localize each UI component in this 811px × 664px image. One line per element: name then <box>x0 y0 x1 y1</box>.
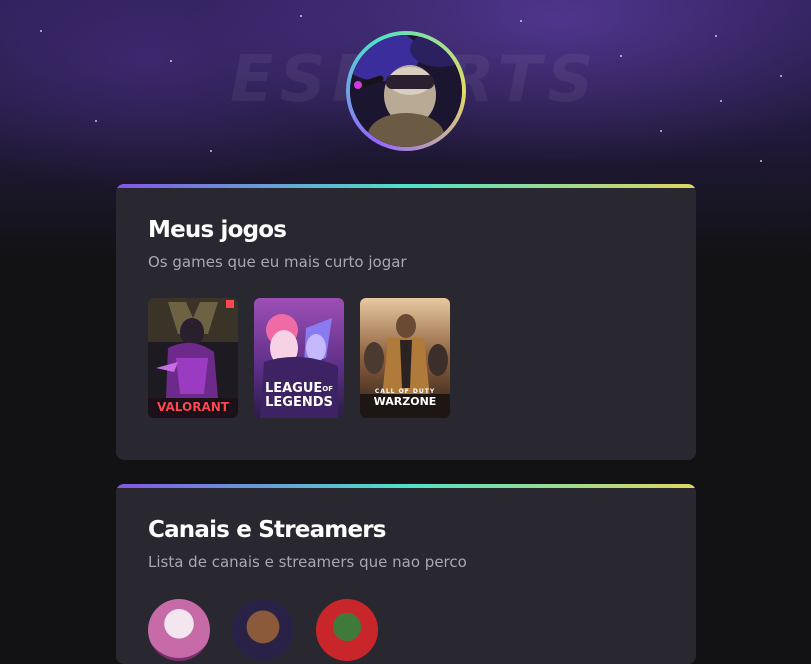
game-league-of: OF <box>322 385 334 393</box>
star <box>300 15 302 17</box>
star <box>210 150 212 152</box>
games-title: Meus jogos <box>148 217 287 243</box>
channels-title: Canais e Streamers <box>148 517 387 543</box>
channel-avatar[interactable] <box>316 599 378 661</box>
star <box>715 35 717 37</box>
game-league-line2: LEGENDS <box>265 395 333 410</box>
channels-subtitle: Lista de canais e streamers que nao perc… <box>148 553 467 571</box>
games-card: Meus jogos Os games que eu mais curto jo… <box>116 184 696 460</box>
star <box>170 60 172 62</box>
channels-card: Canais e Streamers Lista de canais e str… <box>116 484 696 664</box>
channels-list <box>148 599 664 661</box>
games-subtitle: Os games que eu mais curto jogar <box>148 253 407 271</box>
game-league-line1: LEAGUE <box>264 381 323 396</box>
star <box>760 160 762 162</box>
game-league-of-legends[interactable]: LEAGUEOF LEGENDS <box>254 298 344 418</box>
game-warzone-label: CALL OF DUTY WARZONE <box>360 388 450 408</box>
game-valorant-label: VALORANT <box>157 400 229 414</box>
star <box>620 55 622 57</box>
game-valorant[interactable]: VALORANT <box>148 298 238 418</box>
game-warzone[interactable]: CALL OF DUTY WARZONE <box>360 298 450 418</box>
games-list: VALORANT LEAGUEOF LEGENDS CALL OF DUTY W… <box>148 298 664 418</box>
channel-avatar[interactable] <box>232 599 294 661</box>
star <box>40 30 42 32</box>
star <box>660 130 662 132</box>
star <box>520 20 522 22</box>
game-warzone-big: WARZONE <box>373 395 437 408</box>
game-league-label: LEAGUEOF LEGENDS <box>254 382 344 410</box>
star <box>720 100 722 102</box>
star <box>780 75 782 77</box>
avatar[interactable] <box>346 31 466 151</box>
profile-avatar-icon <box>350 35 462 147</box>
star <box>95 120 97 122</box>
channel-avatar[interactable] <box>148 599 210 661</box>
